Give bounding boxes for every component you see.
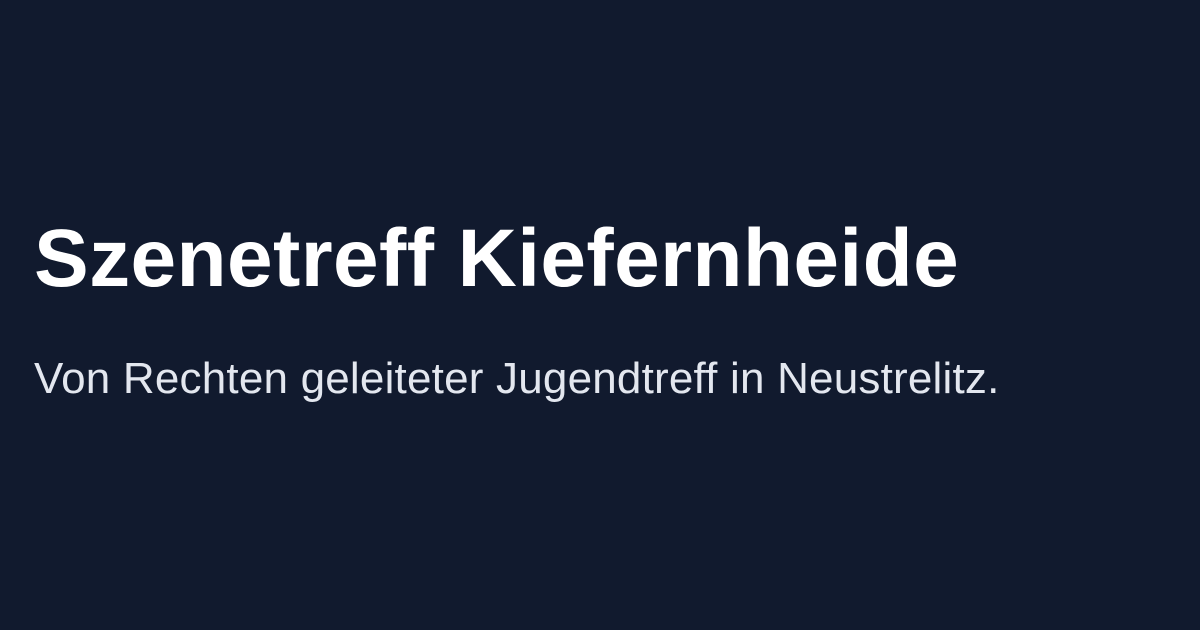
card-subtitle: Von Rechten geleiteter Jugendtreff in Ne… [34, 354, 1000, 403]
card-title: Szenetreff Kiefernheide [34, 213, 960, 304]
social-preview-card: Szenetreff Kiefernheide Von Rechten gele… [0, 0, 1200, 630]
